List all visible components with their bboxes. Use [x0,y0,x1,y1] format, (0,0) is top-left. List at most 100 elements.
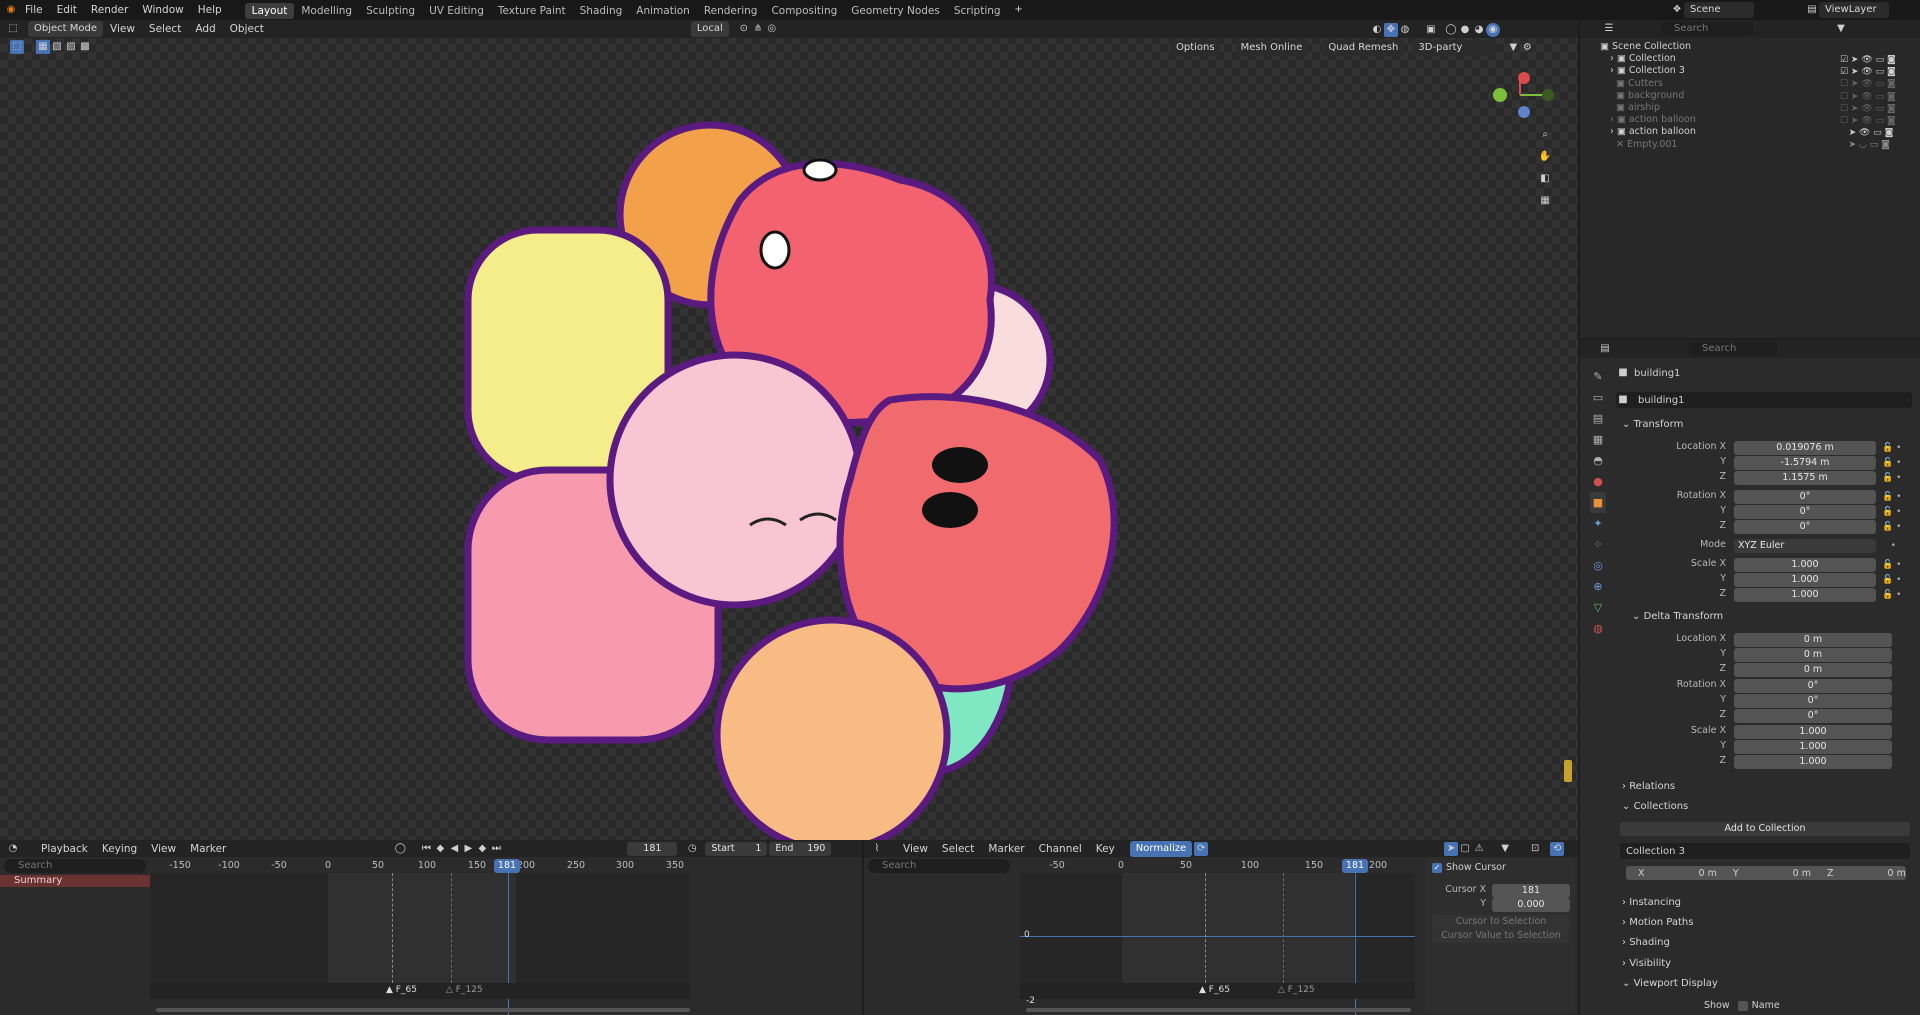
only-selected-icon[interactable]: ➤ [1444,841,1459,856]
menu-select[interactable]: Select [142,19,188,39]
physics-tab-icon[interactable]: ◎ [1590,555,1606,576]
properties-editor-icon[interactable]: ▤ [1598,342,1612,356]
cursor-x-field[interactable]: 181 [1492,884,1570,898]
prev-key-icon[interactable]: ◆ [433,842,447,856]
graph-search-input[interactable]: Search [868,859,1010,873]
menu-edit[interactable]: Edit [50,0,84,20]
outliner-visibility-toggles[interactable]: ☑ ➤ 👁 ▭ ◙ ☑ ➤ 👁 ▭ ◙ ☐ ➤ 👁 ▭ ◙ ☐ ➤ 👁 ▭ ◙ ☐ ➤ … [1840,54,1916,152]
scale-z-field[interactable]: 1.000 [1734,588,1876,602]
tool-tab-icon[interactable]: ✎ [1590,366,1606,387]
menu-window[interactable]: Window [135,0,190,20]
jump-end-icon[interactable]: ⏭ [489,842,503,856]
wireframe-shading-icon[interactable]: ◯ [1444,23,1458,37]
start-frame-field[interactable]: Start 1 [705,841,768,856]
graph-frame-badge[interactable]: 181 [1342,859,1368,873]
tab-rendering[interactable]: Rendering [697,3,765,19]
sidebar-handle[interactable] [1564,760,1572,782]
record-icon[interactable]: ◯ [393,842,407,856]
menu-object[interactable]: Object [223,19,271,39]
grid-icon[interactable]: ▦ [1538,194,1552,208]
material-shading-icon[interactable]: ◕ [1472,23,1486,37]
output-tab-icon[interactable]: ▤ [1590,408,1606,429]
summary-channel[interactable]: Summary [0,875,150,887]
motion-paths-section[interactable]: › Motion Paths [1622,917,1693,928]
outliner-editor-icon[interactable]: ☰ [1602,22,1616,36]
menu-render[interactable]: Render [84,0,135,20]
timeline-editor-icon[interactable]: ◔ [6,842,20,856]
show-name-checkbox[interactable] [1737,1000,1748,1011]
solid-shading-icon[interactable]: ● [1458,23,1472,37]
mode-dropdown[interactable]: Object Mode [28,21,103,37]
camera-icon[interactable]: ◧ [1538,172,1552,186]
menu-file[interactable]: File [18,0,50,20]
tab-sculpting[interactable]: Sculpting [359,3,422,19]
menu-timeline-view[interactable]: View [144,839,183,859]
timeline-scrollbar[interactable] [156,1008,690,1012]
menu-keying[interactable]: Keying [95,839,144,859]
object-name-field[interactable]: ■ building1 [1616,392,1912,408]
rotation-mode-dropdown[interactable]: XYZ Euler [1734,539,1876,553]
editor-type-icon[interactable]: ⬚ [6,22,20,36]
graph-editor-icon[interactable]: ⌇ [870,842,884,856]
warning-icon[interactable]: ⚠ [1472,842,1486,856]
cursor-value-to-selection-button[interactable]: Cursor Value to Selection [1432,929,1570,943]
normalize-toggle[interactable]: Normalize [1129,840,1193,857]
object-tab-icon[interactable]: ■ [1590,492,1606,513]
cursor-y-field[interactable]: 0.000 [1492,898,1570,912]
snap-graph-icon[interactable]: ⟲ [1550,841,1565,856]
pivot-graph-icon[interactable]: ⊡ [1528,842,1542,856]
gizmo-icon[interactable]: ✥ [1384,23,1398,37]
transform-section[interactable]: ⌄ Transform [1622,419,1683,430]
marker-f125[interactable]: △ F_125 [446,985,483,995]
scale-y-field[interactable]: 1.000 [1734,573,1876,587]
delta-rotation-x-field[interactable]: 0° [1734,679,1892,693]
playhead-frame-badge[interactable]: 181 [494,859,520,873]
scene-tab-icon[interactable]: ◓ [1590,450,1606,471]
tab-layout[interactable]: Layout [244,3,295,19]
timeline-search-input[interactable]: Search [4,859,146,873]
jump-start-icon[interactable]: ⏮ [419,842,433,856]
add-workspace-icon[interactable]: + [1012,3,1026,17]
graph-scrollbar[interactable] [1026,1008,1411,1012]
delta-location-z-field[interactable]: 0 m [1734,663,1892,677]
render-tab-icon[interactable]: ▭ [1590,387,1606,408]
tab-scripting[interactable]: Scripting [947,3,1008,19]
location-x-field[interactable]: 0.019076 m [1734,441,1876,455]
delta-location-y-field[interactable]: 0 m [1734,648,1892,662]
hand-pan-icon[interactable]: ✋ [1538,150,1552,164]
cursor-to-selection-button[interactable]: Cursor to Selection [1432,915,1570,929]
world-tab-icon[interactable]: ● [1590,471,1606,492]
menu-graph-select[interactable]: Select [935,839,981,859]
play-reverse-icon[interactable]: ◀ [447,842,461,856]
properties-search-input[interactable]: Search [1688,342,1778,356]
modifiers-tab-icon[interactable]: ✦ [1590,513,1606,534]
tab-compositing[interactable]: Compositing [764,3,844,19]
proportional-icon[interactable]: ◎ [765,22,779,36]
rotation-x-field[interactable]: 0° [1734,490,1876,504]
menu-graph-view[interactable]: View [896,839,935,859]
view-layer-tab-icon[interactable]: ▦ [1590,429,1606,450]
current-frame-field[interactable]: 181 [627,841,678,856]
scene-selector[interactable]: ❖ Scene [1670,2,1754,18]
viewlayer-selector[interactable]: ▤ ViewLayer [1805,2,1889,18]
rotation-z-field[interactable]: 0° [1734,520,1876,534]
location-z-field[interactable]: 1.1575 m [1734,471,1876,485]
refresh-icon[interactable]: ⟳ [1194,841,1209,856]
material-tab-icon[interactable]: ◍ [1590,618,1606,639]
orientation-dropdown[interactable]: Local [690,21,729,37]
menu-add[interactable]: Add [188,19,222,39]
menu-playback[interactable]: Playback [34,839,95,859]
overlay-icon[interactable]: ◍ [1398,23,1412,37]
viewlayer-name[interactable]: ViewLayer [1819,2,1889,18]
tab-animation[interactable]: Animation [629,3,697,19]
tab-shading[interactable]: Shading [573,3,630,19]
data-tab-icon[interactable]: ▽ [1590,597,1606,618]
graph-marker-f65[interactable]: ▲ F_65 [1199,985,1230,995]
constraints-tab-icon[interactable]: ⊕ [1590,576,1606,597]
menu-graph-channel[interactable]: Channel [1032,839,1089,859]
instancing-section[interactable]: › Instancing [1622,897,1681,908]
xray-icon[interactable]: ▣ [1424,23,1438,37]
graph-filter-icon[interactable]: ▼ [1498,842,1512,856]
location-y-field[interactable]: -1.5794 m [1734,456,1876,470]
particles-tab-icon[interactable]: ⁘ [1590,534,1606,555]
